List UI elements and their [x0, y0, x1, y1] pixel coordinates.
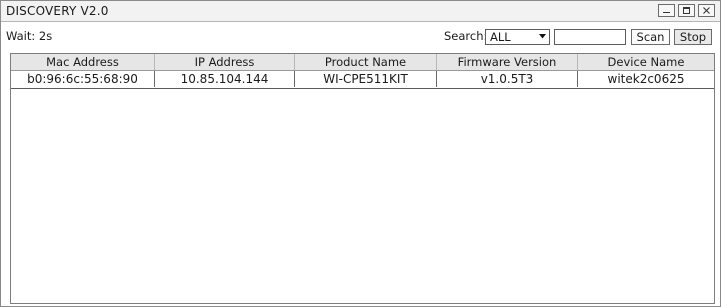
title-bar[interactable]: DISCOVERY V2.0	[1, 1, 720, 22]
column-header-device-name[interactable]: Device Name	[578, 54, 714, 70]
maximize-icon	[683, 7, 690, 14]
maximize-button[interactable]	[678, 4, 695, 17]
window-title: DISCOVERY V2.0	[6, 4, 109, 18]
search-scope-select[interactable]: ALL	[485, 29, 550, 45]
device-table: Mac Address IP Address Product Name Firm…	[10, 53, 715, 304]
minimize-icon	[663, 12, 670, 13]
cell-mac-address: b0:96:6c:55:68:90	[11, 71, 155, 87]
discovery-window: DISCOVERY V2.0 Wait: 2s Search: ALL Scan…	[0, 0, 721, 307]
cell-ip-address: 10.85.104.144	[155, 71, 295, 87]
search-label: Search:	[444, 29, 488, 43]
column-header-ip-address[interactable]: IP Address	[155, 54, 295, 70]
chevron-down-icon	[539, 34, 546, 39]
close-icon	[703, 7, 710, 14]
cell-firmware-version: v1.0.5T3	[437, 71, 578, 87]
column-header-mac-address[interactable]: Mac Address	[11, 54, 155, 70]
column-header-firmware-version[interactable]: Firmware Version	[437, 54, 578, 70]
table-header: Mac Address IP Address Product Name Firm…	[11, 54, 714, 71]
search-input[interactable]	[554, 29, 626, 45]
table-row[interactable]: b0:96:6c:55:68:90 10.85.104.144 WI-CPE51…	[11, 71, 714, 89]
scan-button[interactable]: Scan	[631, 29, 670, 45]
close-button[interactable]	[698, 4, 715, 17]
column-header-product-name[interactable]: Product Name	[295, 54, 437, 70]
search-scope-value: ALL	[490, 30, 511, 44]
stop-button[interactable]: Stop	[674, 29, 712, 45]
cell-product-name: WI-CPE511KIT	[295, 71, 437, 87]
minimize-button[interactable]	[658, 4, 675, 17]
toolbar: Wait: 2s Search: ALL Scan Stop	[1, 22, 720, 50]
wait-status: Wait: 2s	[6, 29, 53, 43]
cell-device-name: witek2c0625	[607, 72, 685, 86]
